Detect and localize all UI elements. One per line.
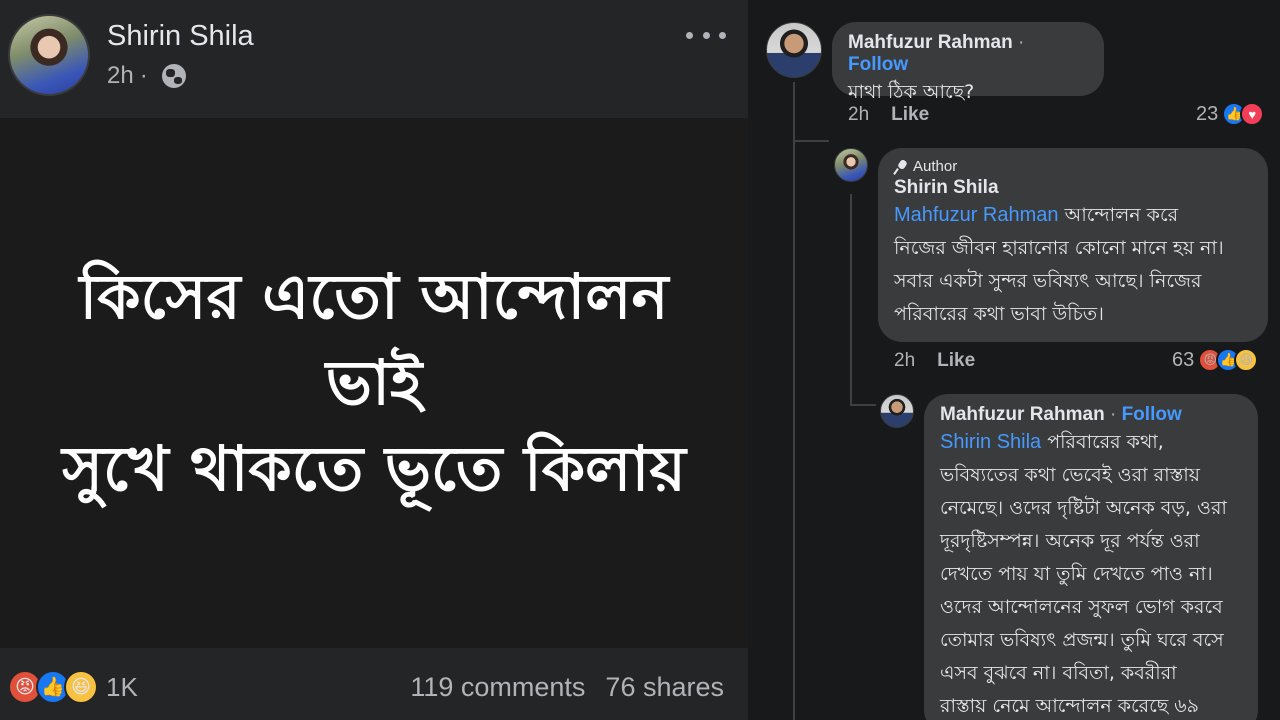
laughing-face-icon: 😆 [1234,348,1259,372]
comment-text: Shirin Shila পরিবারের কথা, ভবিষ্যতের কথা… [940,426,1242,720]
post-meta: 2h · [107,62,186,90]
comment-separator: · [1109,404,1117,425]
post-image[interactable]: কিসের এতো আন্দোলন ভাই সুখে থাকতে ভূতে কি… [0,118,748,648]
post-author-name[interactable]: Shirin Shila [107,20,254,53]
comment-text-line: দেখতে পায় যা তুমি দেখতে পাও না। [940,563,1213,585]
laughing-face-icon: 😆 [64,670,98,704]
comment-actions: 2h Like [848,104,929,126]
post-author-avatar[interactable] [8,14,90,96]
comment-text-line: ভবিষ্যতের কথা ভেবেই ওরা রাস্তায় [940,464,1200,486]
post-card: Shirin Shila 2h · কিসের এতো আন্দোলন ভাই … [0,0,748,720]
like-button[interactable]: Like [891,104,929,126]
more-options-icon[interactable] [686,22,726,48]
comment-reaction-count: 23 [1196,102,1219,125]
comments-panel: Mahfuzur Rahman · Follow মাথা ঠিক আছে? 2… [748,0,1280,720]
post-reactions[interactable]: 😡 👍 😆 1K [8,670,138,704]
comment-author-name[interactable]: Mahfuzur Rahman [940,404,1105,425]
comment-author-name[interactable]: Shirin Shila [894,177,1252,199]
comment-actions: 2h Like [894,350,975,372]
post-time[interactable]: 2h [107,62,134,90]
comment-text-line: তোমার ভবিষ্যৎ প্রজন্ম। তুমি ঘরে বসে [940,629,1224,651]
author-badge-label: Author [913,158,958,175]
comment-text-line: ওদের আন্দোলনের সুফল ভোগ করবে [940,596,1223,618]
post-meta-separator: · [139,62,148,89]
post-stats: 119 comments 76 shares [410,672,724,703]
thread-line [793,82,795,720]
comment-separator: · [1017,32,1025,53]
like-button[interactable]: Like [937,350,975,372]
comment-header: Mahfuzur Rahman · Follow [848,32,1088,76]
comment-text-line: নিজের জীবন হারানোর কোনো মানে হয় না। [894,237,1224,259]
comment-text-line: সবার একটা সুন্দর ভবিষ্যৎ আছে। নিজের [894,270,1202,292]
comment-text: Mahfuzur Rahman আন্দোলন করে নিজের জীবন হ… [894,199,1252,331]
comment-time[interactable]: 2h [848,104,869,126]
comment-header: Mahfuzur Rahman · Follow [940,404,1242,426]
follow-button[interactable]: Follow [848,54,908,75]
comment-text-line: আন্দোলন করে [1064,204,1179,226]
comment-avatar-mahfuzur[interactable] [880,394,914,428]
comment-text-line: দূরদৃষ্টিসম্পন্ন। অনেক দূর পর্যন্ত ওরা [940,530,1200,552]
comment-mention[interactable]: Shirin Shila [940,431,1041,453]
comment-bubble: Mahfuzur Rahman · Follow মাথা ঠিক আছে? [832,22,1104,103]
post-comments-count[interactable]: 119 comments [410,672,585,703]
author-badge: Author [894,158,1252,175]
post-image-line-3: সুখে থাকতে ভূতে কিলায় [62,432,686,505]
post-shares-count[interactable]: 76 shares [605,672,724,703]
comment-reaction-count: 63 [1172,348,1195,371]
comment-bubble: Mahfuzur Rahman · Follow Shirin Shila পর… [924,394,1258,720]
comment-bubble: Author Shirin Shila Mahfuzur Rahman আন্দ… [878,148,1268,342]
comment-reactions[interactable]: 63 😡 👍 😆 [1172,348,1259,372]
post-image-line-1: কিসের এতো আন্দোলন [79,260,669,333]
thread-connector-nested [850,404,876,406]
thread-connector [793,140,829,142]
post-image-line-2: ভাই [325,346,423,419]
comment-avatar-mahfuzur[interactable] [766,22,822,78]
follow-button[interactable]: Follow [1122,404,1182,425]
comment-text-line: পরিবারের কথা, [1047,431,1164,453]
thread-line-nested [850,194,852,404]
comment-author-name[interactable]: Mahfuzur Rahman [848,32,1013,53]
comment-text-line: পরিবারের কথা ভাবা উচিত। [894,303,1104,325]
comment-time[interactable]: 2h [894,350,915,372]
globe-icon [161,64,186,88]
post-reaction-count: 1K [106,671,138,702]
comment-mention[interactable]: Mahfuzur Rahman [894,204,1059,226]
microphone-icon [894,160,908,174]
comment-avatar-shirin[interactable] [834,148,868,182]
heart-icon: ♥ [1240,102,1265,126]
comment-text-line: রাস্তায় নেমে আন্দোলন করেছে ৬৯ [940,695,1199,717]
comment-text-line: এসব বুঝবে না। ববিতা, কবরীরা [940,662,1177,684]
comment-text-line: নেমেছে। ওদের দৃষ্টিটা অনেক বড়, ওরা [940,497,1227,519]
comment-reactions[interactable]: 23 👍 ♥ [1196,102,1265,126]
